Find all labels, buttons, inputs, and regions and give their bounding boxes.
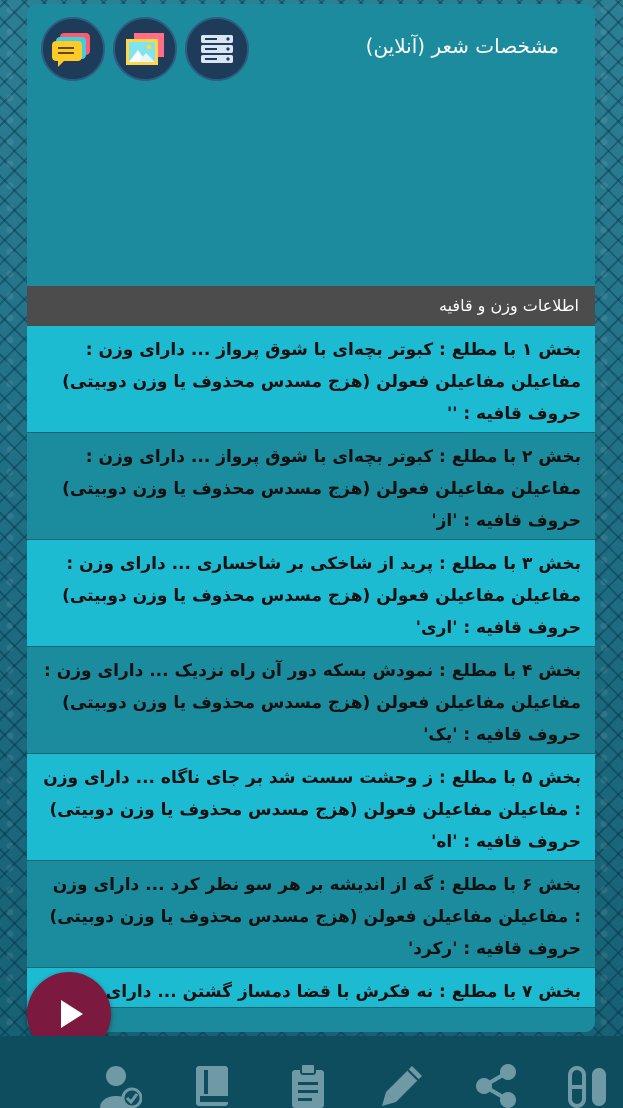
list-item[interactable]: بخش ۲ با مطلع : کبوتر بچه‌ای با شوق پروا… — [27, 433, 595, 540]
gallery-icon[interactable] — [113, 17, 177, 81]
chat-messages-icon[interactable] — [41, 17, 105, 81]
list-item[interactable]: بخش ۵ با مطلع : ز وحشت سست شد بر جای ناگ… — [27, 754, 595, 861]
share-icon[interactable] — [472, 1062, 520, 1108]
clipboard-icon[interactable] — [284, 1062, 332, 1108]
page-title: مشخصات شعر (آنلاین) — [365, 34, 559, 58]
play-icon — [61, 1000, 83, 1028]
list-item[interactable]: بخش ۴ با مطلع : نمودش بسکه دور آن راه نز… — [27, 647, 595, 754]
bottom-navigation — [0, 1036, 623, 1108]
user-check-icon[interactable] — [96, 1062, 144, 1108]
book-icon[interactable] — [188, 1062, 236, 1108]
list-item[interactable]: بخش ۷ با مطلع : نه فکرش با قضا دمساز گشت… — [27, 968, 595, 1008]
poem-details-panel: مشخصات شعر (آنلاین) اطلاعات وزن و قافیه … — [27, 4, 595, 1032]
list-item[interactable]: بخش ۶ با مطلع : گه از اندیشه بر هر سو نظ… — [27, 861, 595, 968]
list-item[interactable]: بخش ۱ با مطلع : کبوتر بچه‌ای با شوق پروا… — [27, 326, 595, 433]
panel-header: مشخصات شعر (آنلاین) — [27, 4, 595, 286]
pen-icon[interactable] — [378, 1062, 426, 1108]
section-header: اطلاعات وزن و قافیه — [27, 286, 595, 326]
list-item[interactable]: بخش ۳ با مطلع : پرید از شاخکی بر شاخساری… — [27, 540, 595, 647]
pills-icon[interactable] — [564, 1062, 612, 1108]
meter-rhyme-list: بخش ۱ با مطلع : کبوتر بچه‌ای با شوق پروا… — [27, 326, 595, 1008]
server-list-icon[interactable] — [185, 17, 249, 81]
